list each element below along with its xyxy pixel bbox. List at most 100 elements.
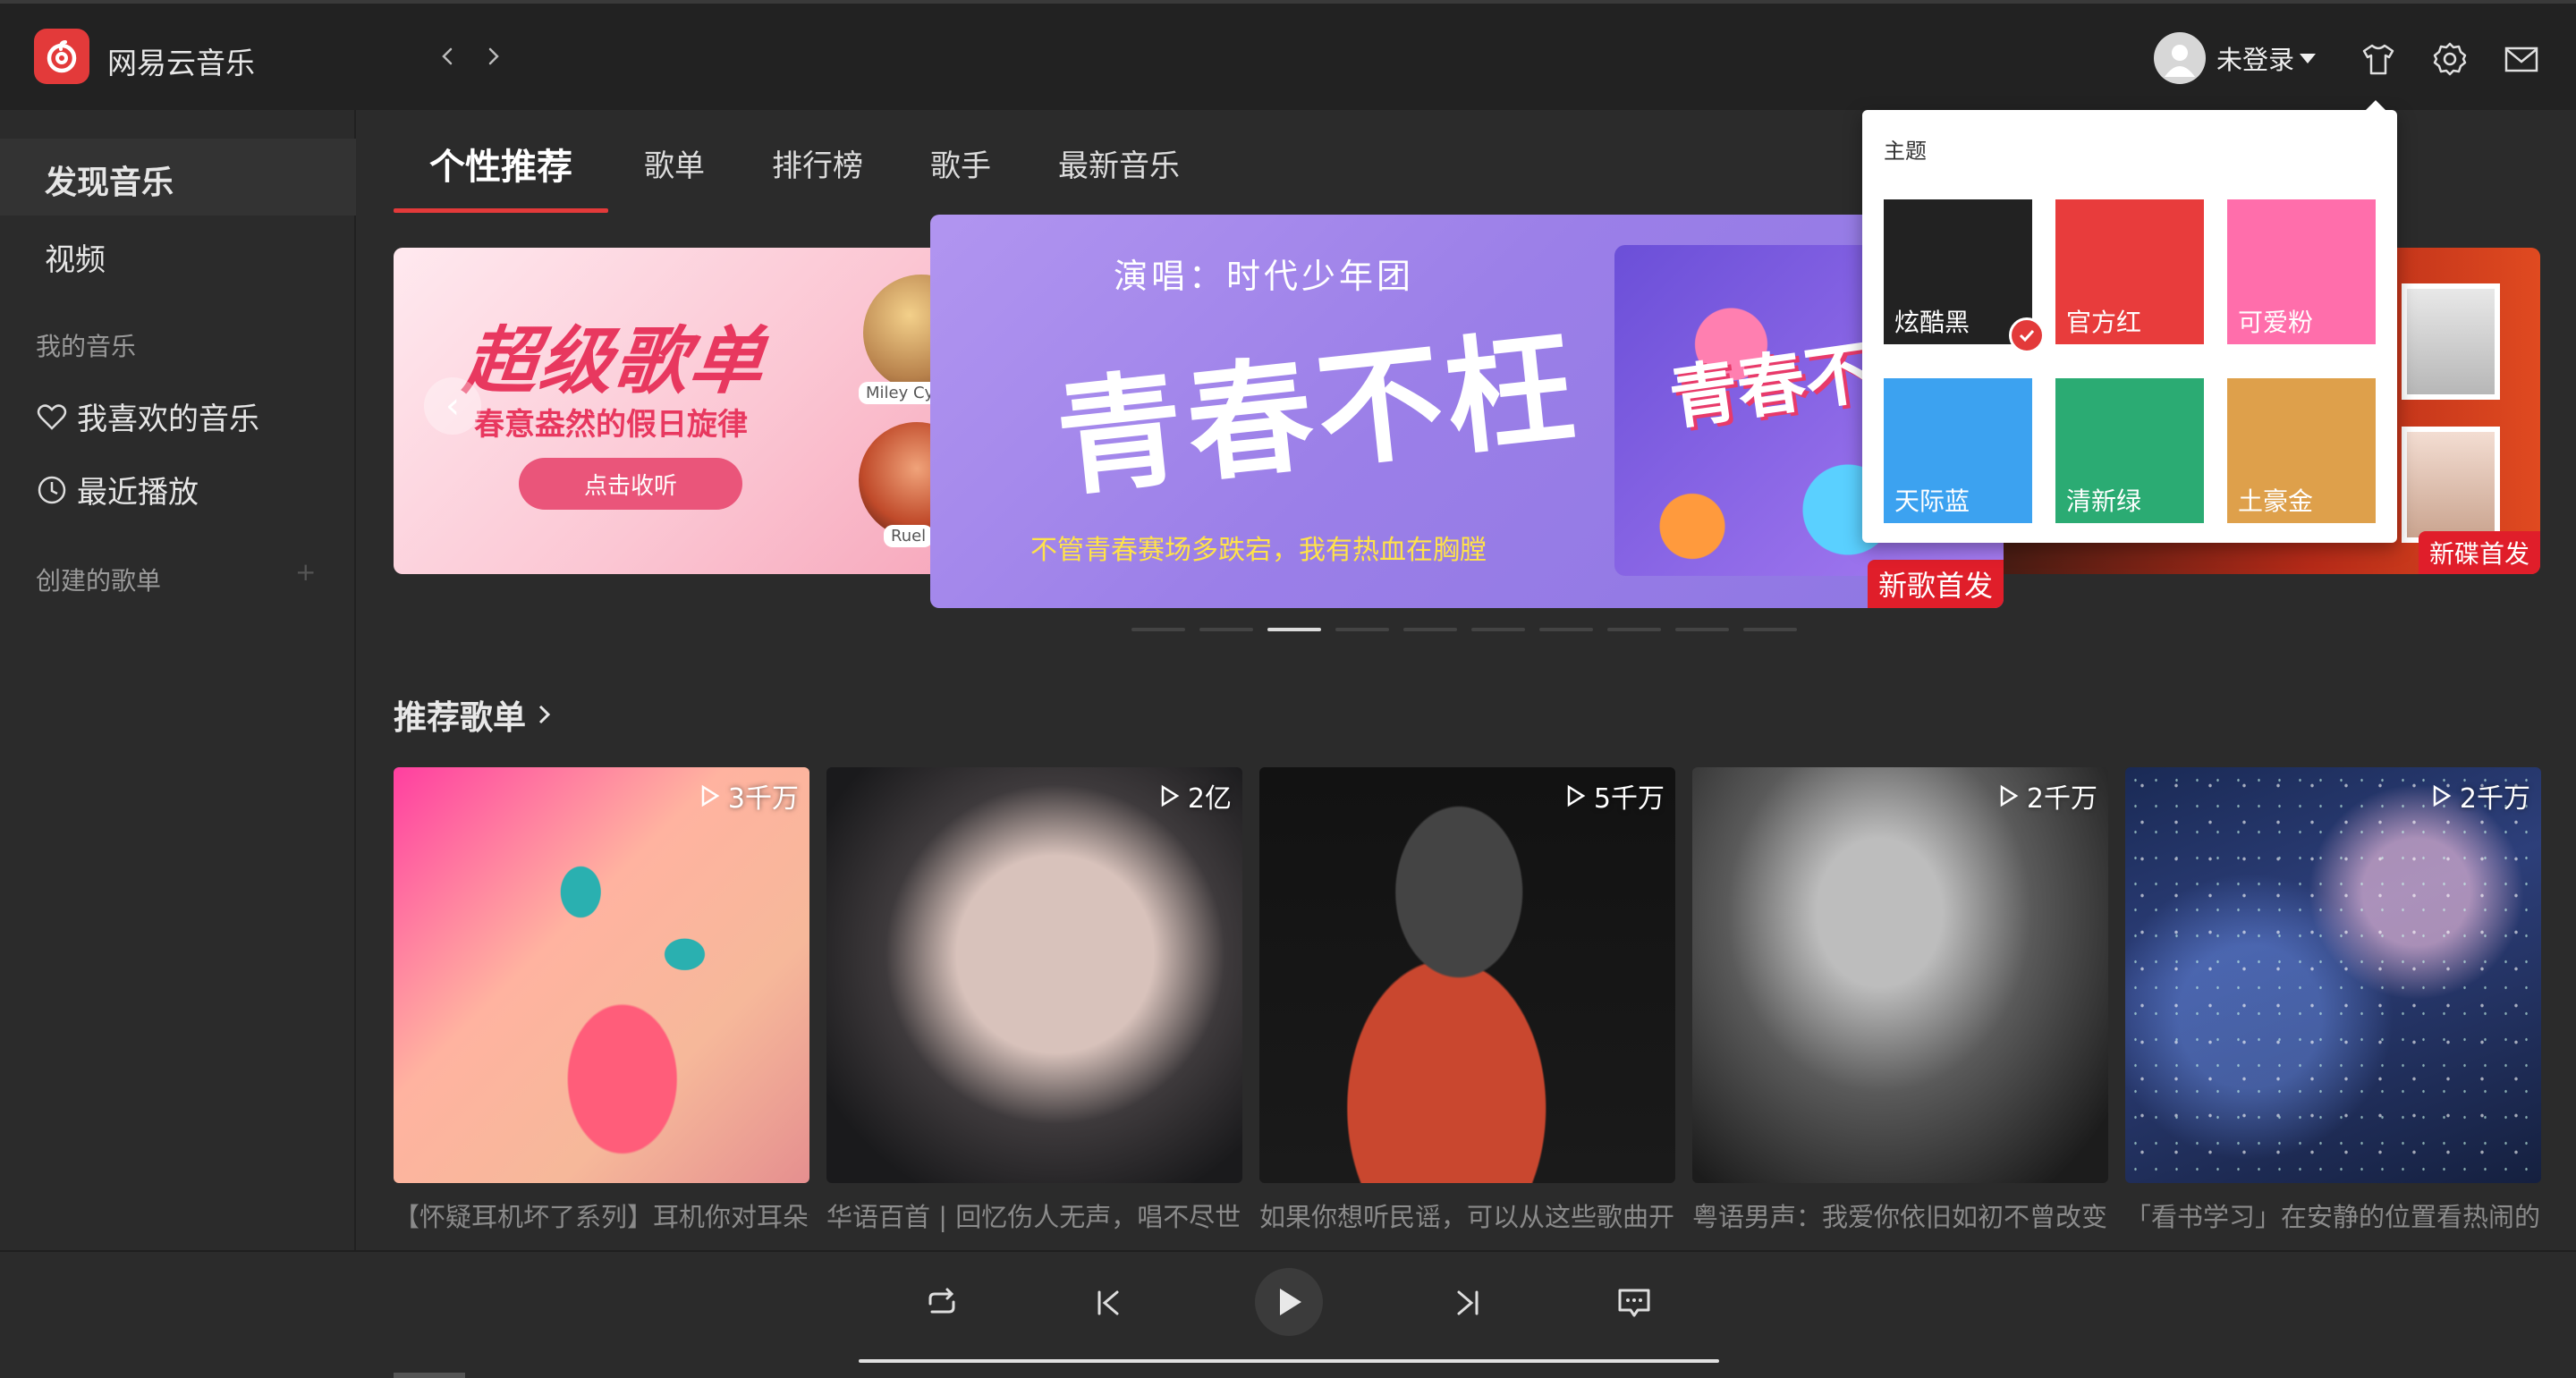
section-title: 推荐歌单 xyxy=(394,698,526,737)
clock-icon xyxy=(38,476,66,503)
lyrics-comment-icon[interactable] xyxy=(1614,1282,1655,1323)
play-triangle-icon xyxy=(701,784,720,807)
play-count-value: 5千万 xyxy=(1593,783,1665,815)
banner-dot[interactable] xyxy=(1539,628,1593,631)
play-triangle-icon xyxy=(2000,784,2019,807)
theme-swatch-tycoon-gold[interactable]: 土豪金 xyxy=(2227,378,2376,523)
play-triangle-icon xyxy=(2433,784,2452,807)
check-icon xyxy=(2009,317,2045,353)
banner-dot[interactable] xyxy=(1131,628,1185,631)
popup-pointer xyxy=(2363,100,2388,113)
playlist-title[interactable]: 如果你想听民谣，可以从这些歌曲开始 xyxy=(1259,1199,1675,1235)
artist-photo xyxy=(2402,427,2500,543)
tab-singers[interactable]: 歌手 xyxy=(930,141,991,185)
new-song-badge: 新歌首发 xyxy=(1867,560,2004,608)
theme-popup: 主题 炫酷黑 官方红 可爱粉 天际蓝 清新绿 土豪金 xyxy=(1862,110,2397,543)
play-count-value: 2千万 xyxy=(2459,783,2530,815)
banner-dot[interactable] xyxy=(1403,628,1457,631)
sidebar-item-liked-music[interactable]: 我喜欢的音乐 xyxy=(36,394,259,438)
sidebar: 发现音乐 视频 我的音乐 我喜欢的音乐 最近播放 创建的歌单 + xyxy=(0,110,356,1250)
tab-playlists[interactable]: 歌单 xyxy=(644,141,705,185)
play-count: 2千万 xyxy=(2429,776,2530,816)
playlist-cover[interactable]: 2千万 xyxy=(1692,767,2108,1183)
tab-personal-recommend[interactable]: 个性推荐 xyxy=(429,138,572,190)
user-menu[interactable]: 未登录 xyxy=(2154,32,2317,84)
play-count: 3千万 xyxy=(698,776,799,816)
back-arrow-icon[interactable] xyxy=(433,41,463,72)
banner-super-playlist[interactable]: 超级歌单 春意盎然的假日旋律 点击收听 Miley Cy Ruel ‹ xyxy=(394,248,948,574)
chevron-down-icon[interactable] xyxy=(2300,53,2317,63)
theme-swatch-cool-black[interactable]: 炫酷黑 xyxy=(1884,199,2045,353)
tab-new-music[interactable]: 最新音乐 xyxy=(1058,141,1180,185)
playlist-cover[interactable]: 5千万 xyxy=(1259,767,1675,1183)
swatch-label: 可爱粉 xyxy=(2238,308,2314,337)
heart-icon xyxy=(37,403,67,430)
sidebar-item-recent-play[interactable]: 最近播放 xyxy=(36,468,199,511)
playlist-card[interactable]: 5千万 如果你想听民谣，可以从这些歌曲开始 xyxy=(1259,767,1675,1235)
user-name[interactable]: 未登录 xyxy=(2216,39,2294,77)
playlist-card[interactable]: 3千万 【怀疑耳机坏了系列】耳机你对耳朵做了什么 xyxy=(394,767,809,1235)
previous-track-icon[interactable] xyxy=(1088,1282,1129,1323)
artist-tag: Miley Cy xyxy=(859,382,942,404)
play-triangle-icon xyxy=(1161,784,1180,807)
play-button[interactable] xyxy=(1255,1268,1323,1336)
swatch-label: 土豪金 xyxy=(2238,486,2314,516)
tab-charts[interactable]: 排行榜 xyxy=(772,141,863,185)
artist-tag: Ruel xyxy=(884,525,934,547)
playlist-card[interactable]: 2千万 「看书学习」在安静的位置看热闹的世界 xyxy=(2125,767,2541,1235)
swatch-label: 官方红 xyxy=(2066,308,2142,337)
popup-title: 主题 xyxy=(1884,139,1927,164)
status-strip xyxy=(394,1373,465,1378)
playlist-card[interactable]: 2千万 粤语男声：我爱你依旧如初不曾改变 xyxy=(1692,767,2108,1235)
banner-dot[interactable] xyxy=(1743,628,1797,631)
playlist-title[interactable]: 粤语男声：我爱你依旧如初不曾改变 xyxy=(1692,1199,2108,1235)
theme-swatch-cute-pink[interactable]: 可爱粉 xyxy=(2227,199,2376,344)
sidebar-item-label: 我喜欢的音乐 xyxy=(77,402,259,437)
user-icon xyxy=(2165,45,2195,77)
theme-shirt-icon[interactable] xyxy=(2359,39,2398,79)
banner-title: 青春不枉 xyxy=(1050,314,1586,515)
banner-dot[interactable] xyxy=(1607,628,1661,631)
playlist-title[interactable]: 「看书学习」在安静的位置看热闹的世界 xyxy=(2125,1199,2541,1235)
banner-dot[interactable] xyxy=(1471,628,1525,631)
sidebar-item-discover-music[interactable]: 发现音乐 xyxy=(45,156,174,203)
playlist-card[interactable]: 2亿 华语百首 | 回忆伤人无声，唱不尽世间遗憾 xyxy=(826,767,1242,1235)
chevron-right-icon xyxy=(538,705,551,724)
play-count: 5千万 xyxy=(1563,776,1665,816)
banner-new-song[interactable]: 演唱：时代少年团 青春不枉 不管青春赛场多跌宕，我有热血在胸膛 青春不枉 新歌首… xyxy=(930,215,2004,608)
section-recommended-playlists[interactable]: 推荐歌单 xyxy=(394,690,558,739)
gear-icon[interactable] xyxy=(2430,39,2470,79)
swatch-label: 清新绿 xyxy=(2066,486,2142,516)
swatch-label: 炫酷黑 xyxy=(1894,308,1970,337)
banner-prev-arrow-icon[interactable]: ‹ xyxy=(424,377,481,435)
banner-dot[interactable] xyxy=(1199,628,1253,631)
theme-swatch-fresh-green[interactable]: 清新绿 xyxy=(2055,378,2204,523)
banner-singer: 演唱：时代少年团 xyxy=(1114,257,1415,296)
listen-now-button[interactable]: 点击收听 xyxy=(519,458,742,510)
playlist-title[interactable]: 华语百首 | 回忆伤人无声，唱不尽世间遗憾 xyxy=(826,1199,1242,1235)
play-count-value: 2千万 xyxy=(2026,783,2097,815)
progress-bar[interactable] xyxy=(859,1359,1719,1363)
theme-swatch-official-red[interactable]: 官方红 xyxy=(2055,199,2204,344)
theme-swatch-sky-blue[interactable]: 天际蓝 xyxy=(1884,378,2032,523)
playlist-cover[interactable]: 2亿 xyxy=(826,767,1242,1183)
next-track-icon[interactable] xyxy=(1447,1282,1488,1323)
playlist-title[interactable]: 【怀疑耳机坏了系列】耳机你对耳朵做了什么 xyxy=(394,1199,809,1235)
banner-pagination xyxy=(1131,628,1797,631)
add-playlist-icon[interactable]: + xyxy=(295,557,316,587)
repeat-icon[interactable] xyxy=(921,1282,962,1323)
new-album-badge: 新碟首发 xyxy=(2418,531,2540,574)
banner-dot[interactable] xyxy=(1335,628,1389,631)
sidebar-item-video[interactable]: 视频 xyxy=(45,235,106,279)
mail-icon[interactable] xyxy=(2502,39,2541,79)
sidebar-heading-my-music: 我的音乐 xyxy=(36,332,137,361)
forward-arrow-icon[interactable] xyxy=(478,41,508,72)
artist-photo xyxy=(2402,283,2500,400)
playlist-cover[interactable]: 2千万 xyxy=(2125,767,2541,1183)
avatar[interactable] xyxy=(2154,32,2206,84)
banner-dot[interactable] xyxy=(1675,628,1729,631)
playlist-cover[interactable]: 3千万 xyxy=(394,767,809,1183)
banner-dot[interactable] xyxy=(1267,628,1321,631)
play-count: 2千万 xyxy=(1996,776,2097,816)
app-logo-icon[interactable] xyxy=(34,29,89,84)
